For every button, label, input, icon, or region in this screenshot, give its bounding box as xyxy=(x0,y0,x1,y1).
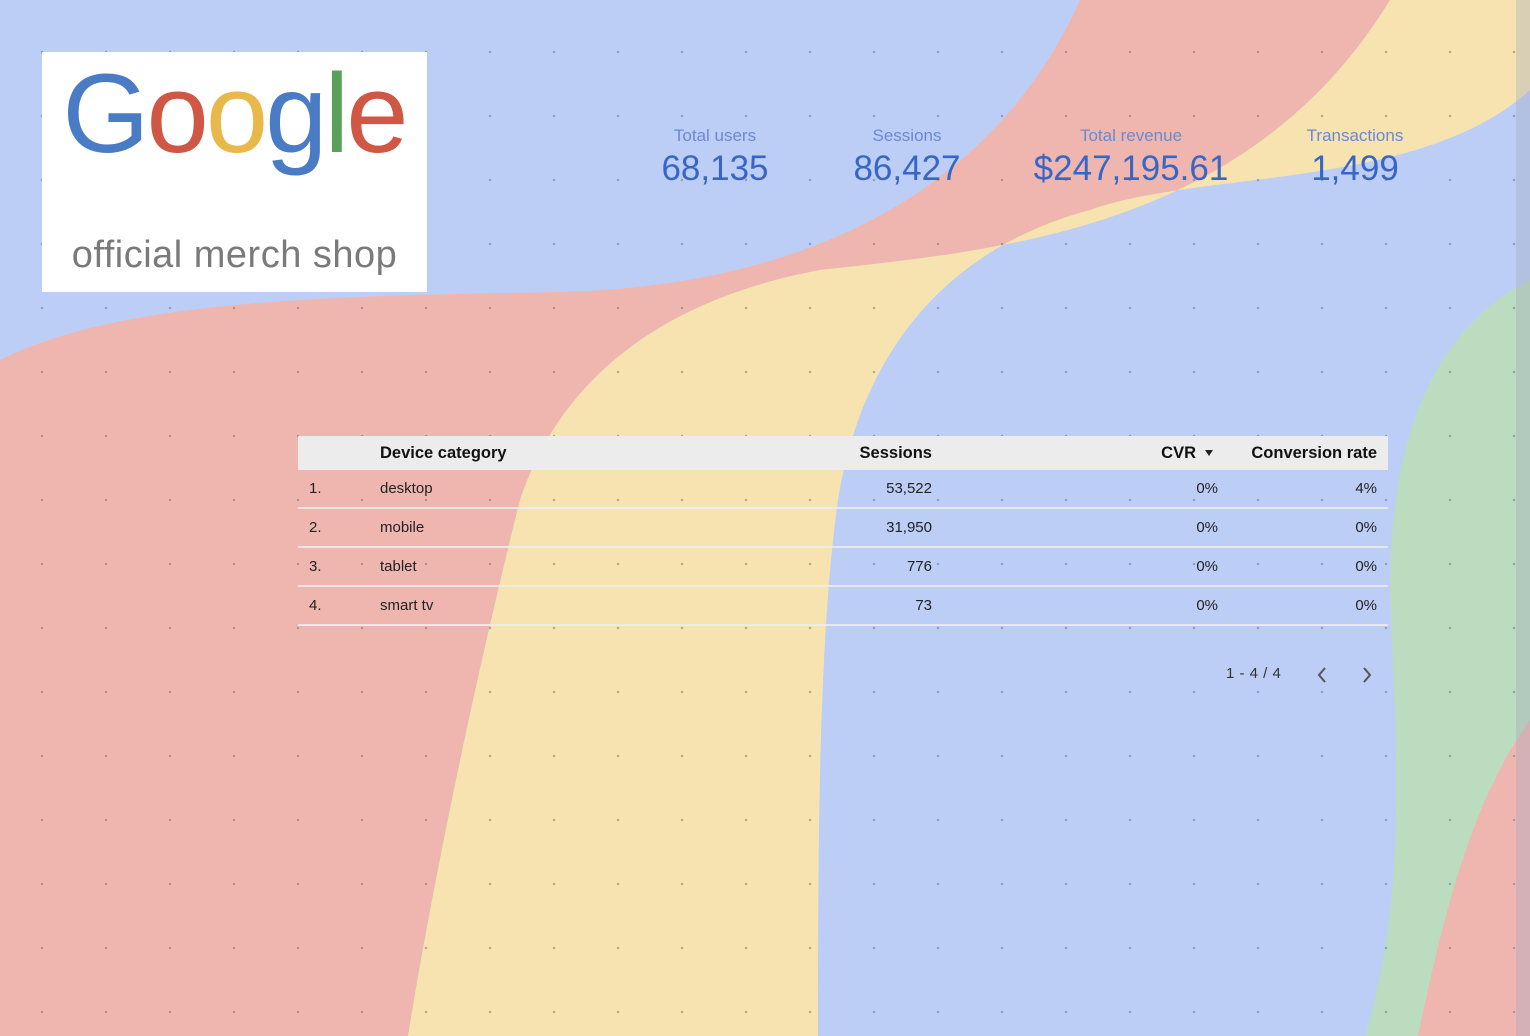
kpi-label: Total revenue xyxy=(1079,126,1183,145)
cvr-cell: 0% xyxy=(1196,597,1218,614)
device-category-column-header[interactable]: Device category xyxy=(380,436,680,470)
conversion-rate-cell: 0% xyxy=(1355,519,1377,536)
kpi-value: 86,427 xyxy=(853,149,961,188)
row-index: 1. xyxy=(309,480,322,497)
device-cell: smart tv xyxy=(380,597,434,614)
kpi-total-users: Total users 68,135 xyxy=(655,126,775,190)
kpi-value: $247,195.61 xyxy=(1033,149,1229,188)
previous-page-button[interactable] xyxy=(1309,662,1335,688)
row-index: 3. xyxy=(309,558,322,575)
wordmark-letter: l xyxy=(324,52,346,176)
wordmark-letter: G xyxy=(62,52,146,176)
conversion-rate-cell: 0% xyxy=(1355,597,1377,614)
sessions-cell: 73 xyxy=(915,597,932,614)
kpi-value: 68,135 xyxy=(661,149,769,188)
wordmark-letter: o xyxy=(147,52,206,176)
google-wordmark: Google xyxy=(62,52,405,176)
index-header xyxy=(309,436,349,470)
chevron-left-icon xyxy=(1317,667,1326,683)
chevron-right-icon xyxy=(1363,667,1372,683)
sessions-column-header[interactable]: Sessions xyxy=(728,436,932,470)
table-pagination: 1 - 4 / 4 xyxy=(1226,660,1386,690)
table-row: 1. desktop 53,522 0% 4% xyxy=(298,470,1388,509)
logo-card: Google official merch shop xyxy=(42,52,427,292)
kpi-value: 1,499 xyxy=(1311,149,1399,188)
kpi-total-revenue: Total revenue $247,195.61 xyxy=(1025,126,1237,190)
kpi-label: Transactions xyxy=(1306,126,1404,145)
kpi-transactions: Transactions 1,499 xyxy=(1295,126,1415,190)
next-page-button[interactable] xyxy=(1354,662,1380,688)
google-logo: Google xyxy=(62,52,408,176)
row-index: 2. xyxy=(309,519,322,536)
table-row: 3. tablet 776 0% 0% xyxy=(298,548,1388,587)
conversion-rate-cell: 4% xyxy=(1355,480,1377,497)
wordmark-letter: g xyxy=(265,52,324,176)
table-header-row: Device category Sessions CVR Conversion … xyxy=(298,436,1388,470)
device-cell: mobile xyxy=(380,519,425,536)
device-cell: tablet xyxy=(380,558,417,575)
cvr-column-header[interactable]: CVR xyxy=(1078,436,1218,470)
wordmark-letter: e xyxy=(346,52,405,176)
wordmark-letter: o xyxy=(206,52,265,176)
conversion-rate-column-header[interactable]: Conversion rate xyxy=(1228,436,1377,470)
report-canvas: Google official merch shop Total users 6… xyxy=(0,0,1530,1036)
device-category-table: Device category Sessions CVR Conversion … xyxy=(298,436,1388,626)
device-cell: desktop xyxy=(380,480,433,497)
sessions-cell: 776 xyxy=(906,558,932,575)
sort-descending-icon xyxy=(1205,450,1213,456)
conversion-rate-cell: 0% xyxy=(1355,558,1377,575)
sessions-cell: 31,950 xyxy=(886,519,932,536)
kpi-sessions: Sessions 86,427 xyxy=(847,126,967,190)
cvr-cell: 0% xyxy=(1196,558,1218,575)
table-row: 4. smart tv 73 0% 0% xyxy=(298,587,1388,626)
sessions-cell: 53,522 xyxy=(886,480,932,497)
row-index: 4. xyxy=(309,597,322,614)
kpi-label: Sessions xyxy=(872,126,942,145)
cvr-cell: 0% xyxy=(1196,480,1218,497)
edge-strip xyxy=(1516,0,1530,1036)
cvr-cell: 0% xyxy=(1196,519,1218,536)
page-range-label: 1 - 4 / 4 xyxy=(1226,665,1282,682)
cvr-header-label: CVR xyxy=(1161,443,1196,462)
kpi-label: Total users xyxy=(673,126,757,145)
table-row: 2. mobile 31,950 0% 0% xyxy=(298,509,1388,548)
logo-subtitle: official merch shop xyxy=(71,234,398,276)
